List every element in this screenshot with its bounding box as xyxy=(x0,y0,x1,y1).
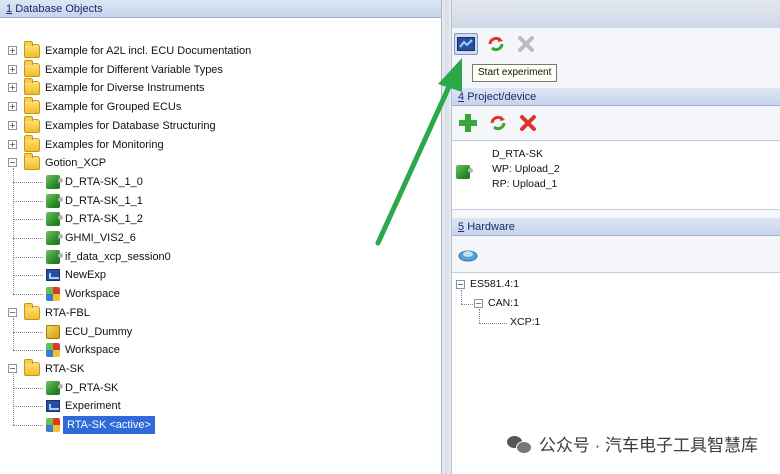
app-window: 1 Database Objects + Example for A2L incl… xyxy=(0,0,780,474)
annotation-arrow xyxy=(375,58,462,246)
